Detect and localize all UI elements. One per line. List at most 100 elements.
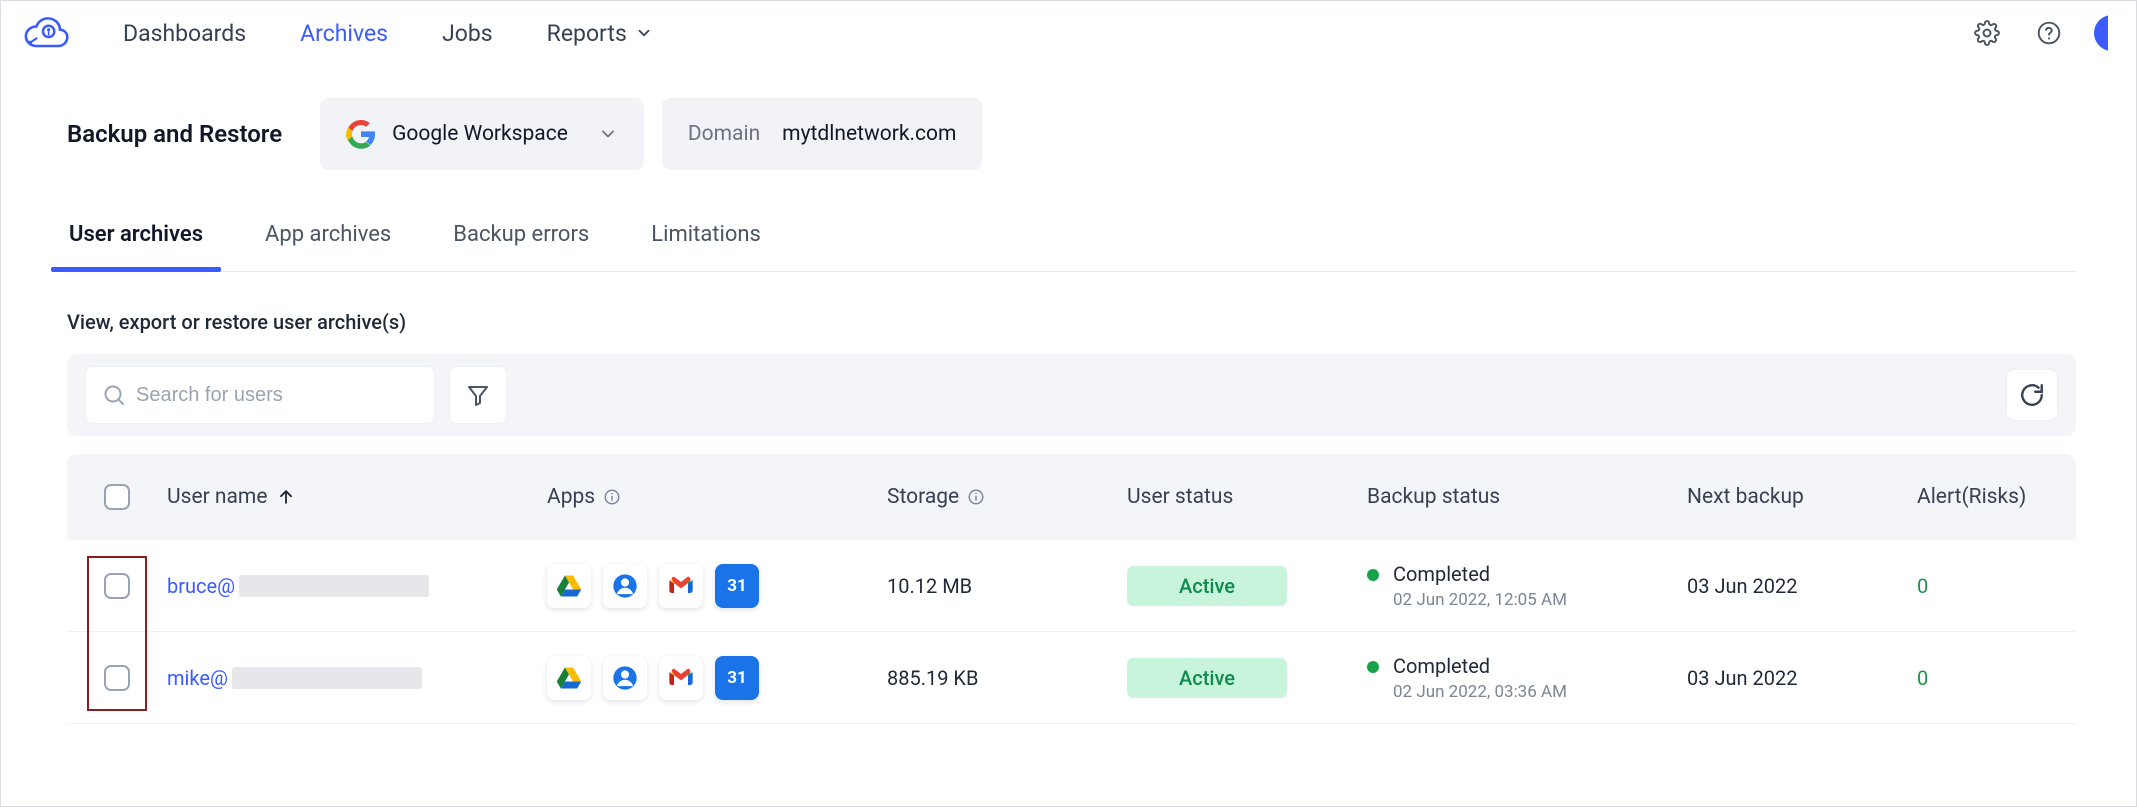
table-body: bruce@ bbox=[67, 540, 2076, 724]
nav-right bbox=[1970, 15, 2108, 51]
th-apps: Apps bbox=[547, 485, 887, 509]
search-icon bbox=[102, 383, 126, 407]
th-next-backup: Next backup bbox=[1687, 485, 1917, 509]
domain-value: mytdlnetwork.com bbox=[782, 122, 956, 146]
prompt-text: View, export or restore user archive(s) bbox=[1, 272, 2136, 354]
search-box[interactable] bbox=[85, 366, 435, 424]
nav-reports[interactable]: Reports bbox=[547, 20, 653, 47]
user-link[interactable]: bruce@ bbox=[167, 574, 235, 598]
google-logo-icon bbox=[346, 119, 376, 149]
storage-cell: 10.12 MB bbox=[887, 574, 1127, 598]
backup-status-label: Completed bbox=[1393, 562, 1567, 586]
toolbar-area bbox=[1, 354, 2136, 436]
th-backup-status: Backup status bbox=[1367, 485, 1687, 509]
chevron-down-icon bbox=[635, 24, 653, 42]
th-storage: Storage bbox=[887, 485, 1127, 509]
info-icon[interactable] bbox=[967, 488, 985, 506]
help-button[interactable] bbox=[2032, 16, 2066, 50]
redacted-text bbox=[232, 667, 422, 689]
settings-button[interactable] bbox=[1970, 16, 2004, 50]
toolbar bbox=[67, 354, 2076, 436]
th-user-status-label: User status bbox=[1127, 485, 1233, 509]
gmail-icon bbox=[659, 564, 703, 608]
th-next-backup-label: Next backup bbox=[1687, 485, 1804, 509]
tab-limitations[interactable]: Limitations bbox=[649, 222, 763, 271]
apps-cell: 31 bbox=[547, 564, 887, 608]
user-archives-table: User name Apps Storage User status Backu… bbox=[1, 436, 2136, 724]
info-icon[interactable] bbox=[603, 488, 621, 506]
th-alerts: Alert(Risks) bbox=[1917, 485, 2064, 509]
domain-label: Domain bbox=[688, 122, 760, 146]
subheader: Backup and Restore Google Workspace Doma… bbox=[1, 66, 2136, 180]
th-backup-status-label: Backup status bbox=[1367, 485, 1500, 509]
row-checkbox-cell bbox=[67, 665, 167, 691]
highlight-box bbox=[87, 633, 147, 711]
nav-jobs[interactable]: Jobs bbox=[442, 20, 493, 47]
tabs-container: User archives App archives Backup errors… bbox=[1, 180, 2136, 272]
google-contacts-icon bbox=[603, 656, 647, 700]
tab-app-archives[interactable]: App archives bbox=[263, 222, 393, 271]
nav-archives[interactable]: Archives bbox=[300, 20, 388, 47]
user-name-cell[interactable]: bruce@ bbox=[167, 574, 547, 598]
status-badge: Active bbox=[1127, 658, 1287, 698]
refresh-button[interactable] bbox=[2006, 369, 2058, 421]
google-calendar-icon: 31 bbox=[715, 656, 759, 700]
status-badge: Active bbox=[1127, 566, 1287, 606]
backup-status-cell: Completed 02 Jun 2022, 03:36 AM bbox=[1367, 654, 1687, 702]
table-header: User name Apps Storage User status Backu… bbox=[67, 454, 2076, 540]
google-drive-icon bbox=[547, 656, 591, 700]
alerts-cell: 0 bbox=[1917, 666, 2064, 690]
app-logo bbox=[19, 5, 75, 61]
tab-user-archives[interactable]: User archives bbox=[67, 222, 205, 271]
redacted-text bbox=[239, 575, 429, 597]
gmail-icon bbox=[659, 656, 703, 700]
top-nav: Dashboards Archives Jobs Reports bbox=[1, 1, 2136, 66]
row-checkbox-cell bbox=[67, 573, 167, 599]
next-backup-cell: 03 Jun 2022 bbox=[1687, 574, 1917, 598]
nav-reports-label: Reports bbox=[547, 20, 627, 47]
arrow-up-icon bbox=[276, 487, 296, 507]
page-title: Backup and Restore bbox=[67, 120, 282, 148]
nav-links: Dashboards Archives Jobs Reports bbox=[123, 20, 653, 47]
tabs: User archives App archives Backup errors… bbox=[67, 222, 2076, 272]
th-user-status: User status bbox=[1127, 485, 1367, 509]
backup-status-label: Completed bbox=[1393, 654, 1567, 678]
th-storage-label: Storage bbox=[887, 485, 959, 509]
chevron-down-icon bbox=[598, 124, 618, 144]
table-row: bruce@ bbox=[67, 540, 2076, 632]
apps-cell: 31 bbox=[547, 656, 887, 700]
storage-cell: 885.19 KB bbox=[887, 666, 1127, 690]
domain-chip: Domain mytdlnetwork.com bbox=[662, 98, 983, 170]
search-input[interactable] bbox=[136, 384, 418, 407]
status-dot-icon bbox=[1367, 569, 1379, 581]
google-drive-icon bbox=[547, 564, 591, 608]
th-alerts-label: Alert(Risks) bbox=[1917, 485, 2026, 509]
help-icon bbox=[2036, 20, 2062, 46]
th-user-name[interactable]: User name bbox=[167, 485, 547, 509]
user-status-cell: Active bbox=[1127, 566, 1367, 606]
status-dot-icon bbox=[1367, 661, 1379, 673]
backup-status-time: 02 Jun 2022, 03:36 AM bbox=[1393, 682, 1567, 702]
calendar-day: 31 bbox=[727, 576, 747, 596]
filter-icon bbox=[466, 383, 490, 407]
nav-dashboards[interactable]: Dashboards bbox=[123, 20, 246, 47]
user-avatar[interactable] bbox=[2094, 15, 2108, 51]
th-user-name-label: User name bbox=[167, 485, 268, 509]
highlight-box bbox=[87, 556, 147, 636]
select-all-checkbox[interactable] bbox=[104, 484, 130, 510]
calendar-day: 31 bbox=[727, 668, 747, 688]
tab-backup-errors[interactable]: Backup errors bbox=[451, 222, 591, 271]
user-name-cell[interactable]: mike@ bbox=[167, 666, 547, 690]
backup-status-time: 02 Jun 2022, 12:05 AM bbox=[1393, 590, 1567, 610]
table-row: mike@ bbox=[67, 632, 2076, 724]
gear-icon bbox=[1974, 20, 2000, 46]
th-apps-label: Apps bbox=[547, 485, 595, 509]
google-contacts-icon bbox=[603, 564, 647, 608]
backup-status-cell: Completed 02 Jun 2022, 12:05 AM bbox=[1367, 562, 1687, 610]
workspace-label: Google Workspace bbox=[392, 122, 568, 146]
next-backup-cell: 03 Jun 2022 bbox=[1687, 666, 1917, 690]
user-link[interactable]: mike@ bbox=[167, 666, 228, 690]
user-status-cell: Active bbox=[1127, 658, 1367, 698]
filter-button[interactable] bbox=[449, 366, 507, 424]
workspace-selector[interactable]: Google Workspace bbox=[320, 98, 644, 170]
